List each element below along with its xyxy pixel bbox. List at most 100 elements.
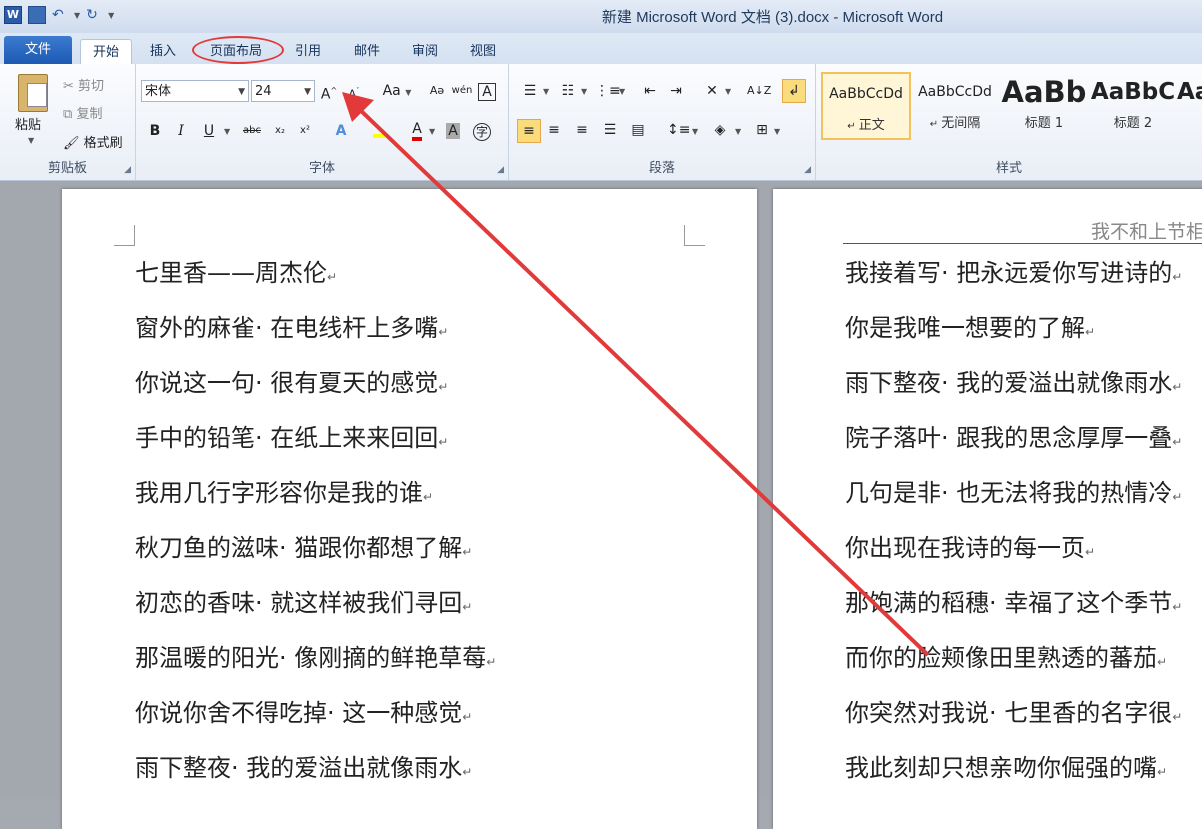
multilevel-dropdown-icon[interactable]: ▼ — [619, 87, 625, 96]
grow-font-button[interactable]: A^ — [318, 80, 340, 103]
italic-button[interactable]: I — [170, 120, 192, 142]
underline-dropdown-icon[interactable]: ▼ — [224, 127, 230, 136]
increase-indent-button[interactable]: ⇥ — [665, 80, 687, 102]
shading-button[interactable]: ◈ — [709, 119, 731, 141]
align-right-button[interactable]: ≡ — [571, 119, 593, 141]
align-right-icon: ≡ — [576, 122, 588, 138]
line-spacing-icon: ↕≡ — [667, 122, 691, 138]
paste-button[interactable]: 粘贴 — [15, 114, 41, 133]
tab-file[interactable]: 文件 — [4, 36, 72, 64]
text-line[interactable]: 你是我唯一想要的了解↵ — [845, 313, 1095, 343]
paste-dropdown-icon[interactable]: ▼ — [28, 136, 34, 145]
text-line[interactable]: 初恋的香味· 就这样被我们寻回↵ — [135, 588, 472, 618]
style-heading-2[interactable]: AaBbC 标题 2 — [1088, 72, 1178, 140]
line-spacing-button[interactable]: ↕≡ — [667, 119, 691, 141]
align-left-button[interactable]: ≡ — [517, 119, 541, 143]
style-title[interactable]: Aa — [1177, 72, 1202, 140]
text-line[interactable]: 你突然对我说· 七里香的名字很↵ — [845, 698, 1182, 728]
crop-mark — [684, 225, 705, 246]
char-border-button[interactable]: A — [478, 83, 496, 101]
paragraph-group-label: 段落 — [648, 161, 675, 176]
page-1[interactable]: 七里香——周杰伦↵ 窗外的麻雀· 在电线杆上多嘴↵ 你说这一句· 很有夏天的感觉↵ 手… — [62, 189, 757, 829]
multilevel-list-button[interactable]: ⋮≡ — [595, 80, 621, 102]
change-case-button[interactable]: Aa ▼ — [382, 80, 412, 102]
numbering-dropdown-icon[interactable]: ▼ — [581, 87, 587, 96]
line-text: 院子落叶· 跟我的思念厚厚一叠 — [845, 424, 1173, 452]
borders-dropdown-icon[interactable]: ▼ — [774, 127, 780, 136]
text-line[interactable]: 窗外的麻雀· 在电线杆上多嘴↵ — [135, 313, 448, 343]
chinese-layout-button[interactable]: ✕ — [701, 80, 723, 102]
text-line[interactable]: 七里香——周杰伦↵ — [135, 258, 337, 288]
copy-button[interactable]: ⧉ 复制 — [63, 103, 102, 122]
text-line[interactable]: 手中的铅笔· 在纸上来来回回↵ — [135, 423, 448, 453]
pinyin-button[interactable]: wén — [451, 80, 473, 102]
text-line[interactable]: 你出现在我诗的每一页↵ — [845, 533, 1095, 563]
text-line[interactable]: 我此刻却只想亲吻你倔强的嘴↵ — [845, 753, 1167, 783]
underline-button[interactable]: U — [198, 120, 220, 142]
text-line[interactable]: 我接着写· 把永远爱你写进诗的↵ — [845, 258, 1182, 288]
text-line[interactable]: 雨下整夜· 我的爱溢出就像雨水↵ — [135, 753, 472, 783]
font-size-combo[interactable]: 24 ▼ — [251, 80, 315, 102]
shading-dropdown-icon[interactable]: ▼ — [735, 127, 741, 136]
page-header[interactable]: 我不和上节相连啊 — [843, 217, 1202, 244]
bold-button[interactable]: B — [144, 120, 166, 142]
text-line[interactable]: 我用几行字形容你是我的谁↵ — [135, 478, 433, 508]
text-line[interactable]: 你说这一句· 很有夏天的感觉↵ — [135, 368, 448, 398]
tab-home[interactable]: 开始 — [80, 39, 132, 66]
numbering-button[interactable]: ☷ — [557, 80, 579, 102]
font-launcher-icon[interactable]: ◢ — [497, 165, 504, 175]
text-line[interactable]: 那饱满的稻穗· 幸福了这个季节↵ — [845, 588, 1182, 618]
text-line[interactable]: 秋刀鱼的滋味· 猫跟你都想了解↵ — [135, 533, 472, 563]
chinese-layout-dropdown-icon[interactable]: ▼ — [725, 87, 731, 96]
paste-icon[interactable] — [18, 74, 48, 112]
strikethrough-button[interactable]: abc — [239, 120, 265, 142]
style-normal[interactable]: AaBbCcDd ↵ 正文 — [821, 72, 911, 140]
paragraph-mark-icon: ↵ — [486, 655, 497, 669]
font-color-button[interactable]: A — [406, 118, 428, 141]
tab-review[interactable]: 审阅 — [402, 39, 448, 64]
superscript-button[interactable]: x² — [294, 120, 316, 142]
show-marks-button[interactable]: ↲ — [782, 79, 806, 103]
distributed-button[interactable]: ▤ — [627, 119, 649, 141]
styles-group: AaBbCcDd ↵ 正文 AaBbCcDd ↵ 无间隔 AaBb 标题 1 A… — [816, 64, 1202, 180]
borders-button[interactable]: ⊞ — [751, 119, 773, 141]
char-shading-button[interactable]: A — [446, 123, 460, 139]
text-line[interactable]: 院子落叶· 跟我的思念厚厚一叠↵ — [845, 423, 1182, 453]
bullets-dropdown-icon[interactable]: ▼ — [543, 87, 549, 96]
shrink-font-button[interactable]: Aˇ — [343, 80, 365, 102]
text-line[interactable]: 而你的脸颊像田里熟透的蕃茄↵ — [845, 643, 1167, 673]
enclose-char-button[interactable]: 字 — [473, 123, 491, 141]
cut-button[interactable]: ✂ 剪切 — [63, 75, 104, 94]
tab-references[interactable]: 引用 — [286, 39, 330, 64]
text-line[interactable]: 几句是非· 也无法将我的热情冷↵ — [845, 478, 1182, 508]
style-heading-1[interactable]: AaBb 标题 1 — [999, 72, 1089, 140]
text-line[interactable]: 你说你舍不得吃掉· 这一种感觉↵ — [135, 698, 472, 728]
font-color-dropdown-icon[interactable]: ▼ — [429, 127, 435, 136]
copy-icon: ⧉ — [63, 107, 73, 122]
change-case-icon: Aa — [382, 83, 401, 99]
text-line[interactable]: 那温暖的阳光· 像刚摘的鲜艳草莓↵ — [135, 643, 496, 673]
format-painter-button[interactable]: 🖌 格式刷 — [63, 132, 123, 151]
line-text: 七里香——周杰伦 — [135, 259, 327, 287]
paragraph-launcher-icon[interactable]: ◢ — [804, 165, 811, 175]
clipboard-launcher-icon[interactable]: ◢ — [124, 165, 131, 175]
font-name-combo[interactable]: 宋体 ▼ — [141, 80, 249, 102]
tab-insert[interactable]: 插入 — [140, 39, 186, 64]
decrease-indent-button[interactable]: ⇤ — [639, 80, 661, 102]
cut-label: 剪切 — [78, 79, 105, 94]
sort-button[interactable]: A↓Z — [747, 80, 771, 102]
page-2[interactable]: 我不和上节相连啊 我接着写· 把永远爱你写进诗的↵ 你是我唯一想要的了解↵ 雨下整夜… — [773, 189, 1202, 829]
style-no-spacing[interactable]: AaBbCcDd ↵ 无间隔 — [910, 72, 1000, 140]
text-line[interactable]: 雨下整夜· 我的爱溢出就像雨水↵ — [845, 368, 1182, 398]
justify-button[interactable]: ☰ — [599, 119, 621, 141]
line-spacing-dropdown-icon[interactable]: ▼ — [692, 127, 698, 136]
subscript-button[interactable]: x₂ — [269, 120, 291, 142]
align-center-button[interactable]: ≡ — [543, 119, 565, 141]
highlight-button[interactable] — [368, 120, 390, 142]
tab-view[interactable]: 视图 — [460, 39, 506, 64]
clear-format-button[interactable]: Aǝ — [426, 80, 448, 102]
text-effects-button[interactable]: A — [330, 120, 352, 142]
chevron-down-icon: ▼ — [238, 87, 245, 97]
bullets-button[interactable]: ☰ — [519, 80, 541, 102]
tab-mailings[interactable]: 邮件 — [344, 39, 390, 64]
